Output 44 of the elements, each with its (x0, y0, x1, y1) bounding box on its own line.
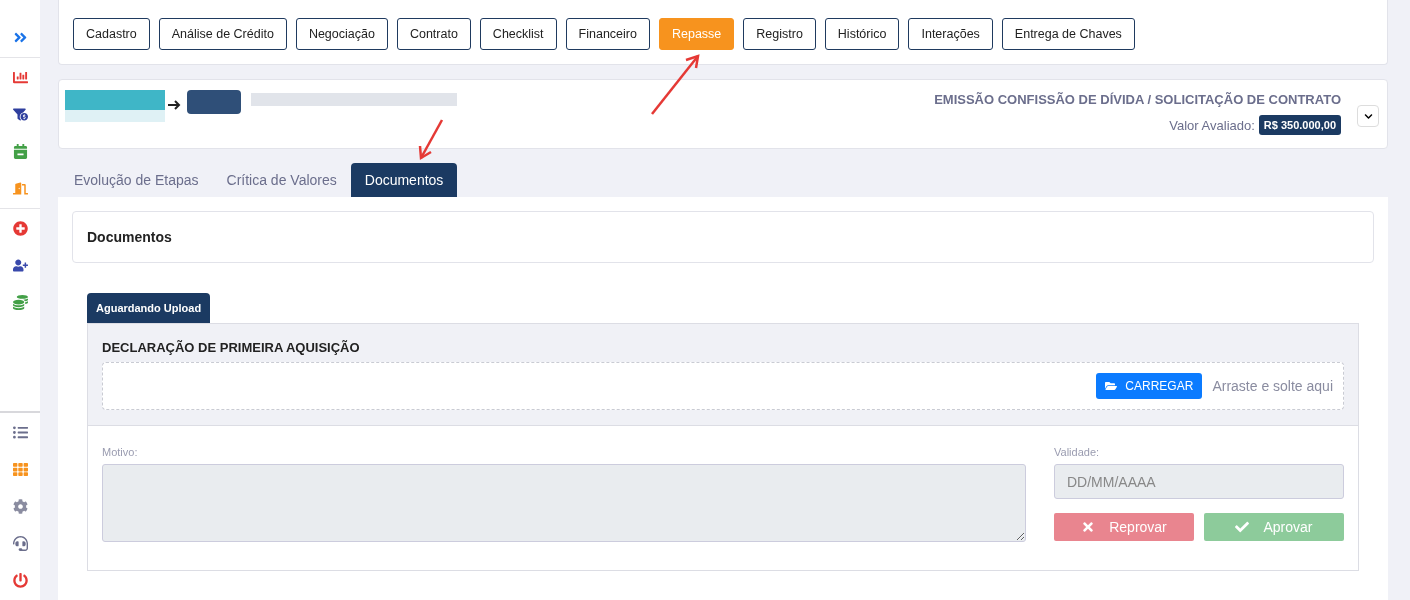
expand-icon[interactable] (12, 30, 28, 45)
grid-icon[interactable] (12, 462, 28, 477)
close-icon (1081, 520, 1096, 534)
drop-hint: Arraste e solte aqui (1212, 378, 1333, 394)
headset-icon[interactable] (12, 536, 28, 551)
add-user-icon[interactable] (12, 258, 28, 273)
stage-button[interactable]: Histórico (824, 18, 900, 50)
drop-zone[interactable]: CARREGAR Arraste e solte aqui (102, 362, 1344, 410)
coins-icon[interactable] (12, 295, 28, 310)
door-icon[interactable] (12, 181, 28, 196)
tab[interactable]: Evolução de Etapas (60, 163, 213, 197)
tab[interactable]: Documentos (350, 163, 458, 197)
stage-button[interactable]: Interações (908, 18, 993, 50)
stage-button[interactable]: Análise de Crédito (158, 18, 287, 50)
upload-button[interactable]: CARREGAR (1096, 373, 1203, 399)
stage-button[interactable]: Entrega de Chaves (1001, 18, 1135, 50)
folder-icon (1105, 380, 1118, 392)
stage-button[interactable]: Cadastro (73, 18, 150, 50)
filter-dollar-icon[interactable] (12, 107, 28, 122)
stage-button[interactable]: Negociação (295, 18, 388, 50)
value-badge: R$ 350.000,00 (1258, 115, 1341, 135)
tab[interactable]: Crítica de Valores (212, 163, 351, 197)
stage-title: EMISSÃO CONFISSÃO DE DÍVIDA / SOLICITAÇÃO DE CONTRATO (934, 92, 1341, 107)
collapse-toggle[interactable] (1357, 105, 1379, 127)
list-icon[interactable] (12, 425, 28, 440)
settings-icon[interactable] (12, 499, 28, 514)
field-label: Validade: (1054, 446, 1101, 458)
annotation-arrow (650, 52, 702, 116)
value-label: Valor Avaliado: (1169, 117, 1255, 133)
power-icon[interactable] (12, 573, 28, 588)
document-name: DECLARAÇÃO DE PRIMEIRA AQUISIÇÃO (102, 340, 361, 355)
field-label: Motivo: (102, 446, 139, 458)
stage-button[interactable]: Contrato (396, 18, 471, 50)
annotation-arrow (418, 118, 444, 162)
stage-button[interactable]: Registro (743, 18, 816, 50)
add-icon[interactable] (12, 221, 28, 236)
calendar-icon[interactable] (12, 144, 28, 159)
chart-icon[interactable] (12, 70, 28, 85)
section-title: Documentos (87, 229, 172, 245)
stage-button[interactable]: Financeiro (565, 18, 650, 50)
check-icon (1235, 520, 1250, 534)
status-tab[interactable]: Aguardando Upload (87, 293, 211, 323)
chevron-icon (1363, 111, 1373, 121)
stage-button[interactable]: Checklist (479, 18, 557, 50)
